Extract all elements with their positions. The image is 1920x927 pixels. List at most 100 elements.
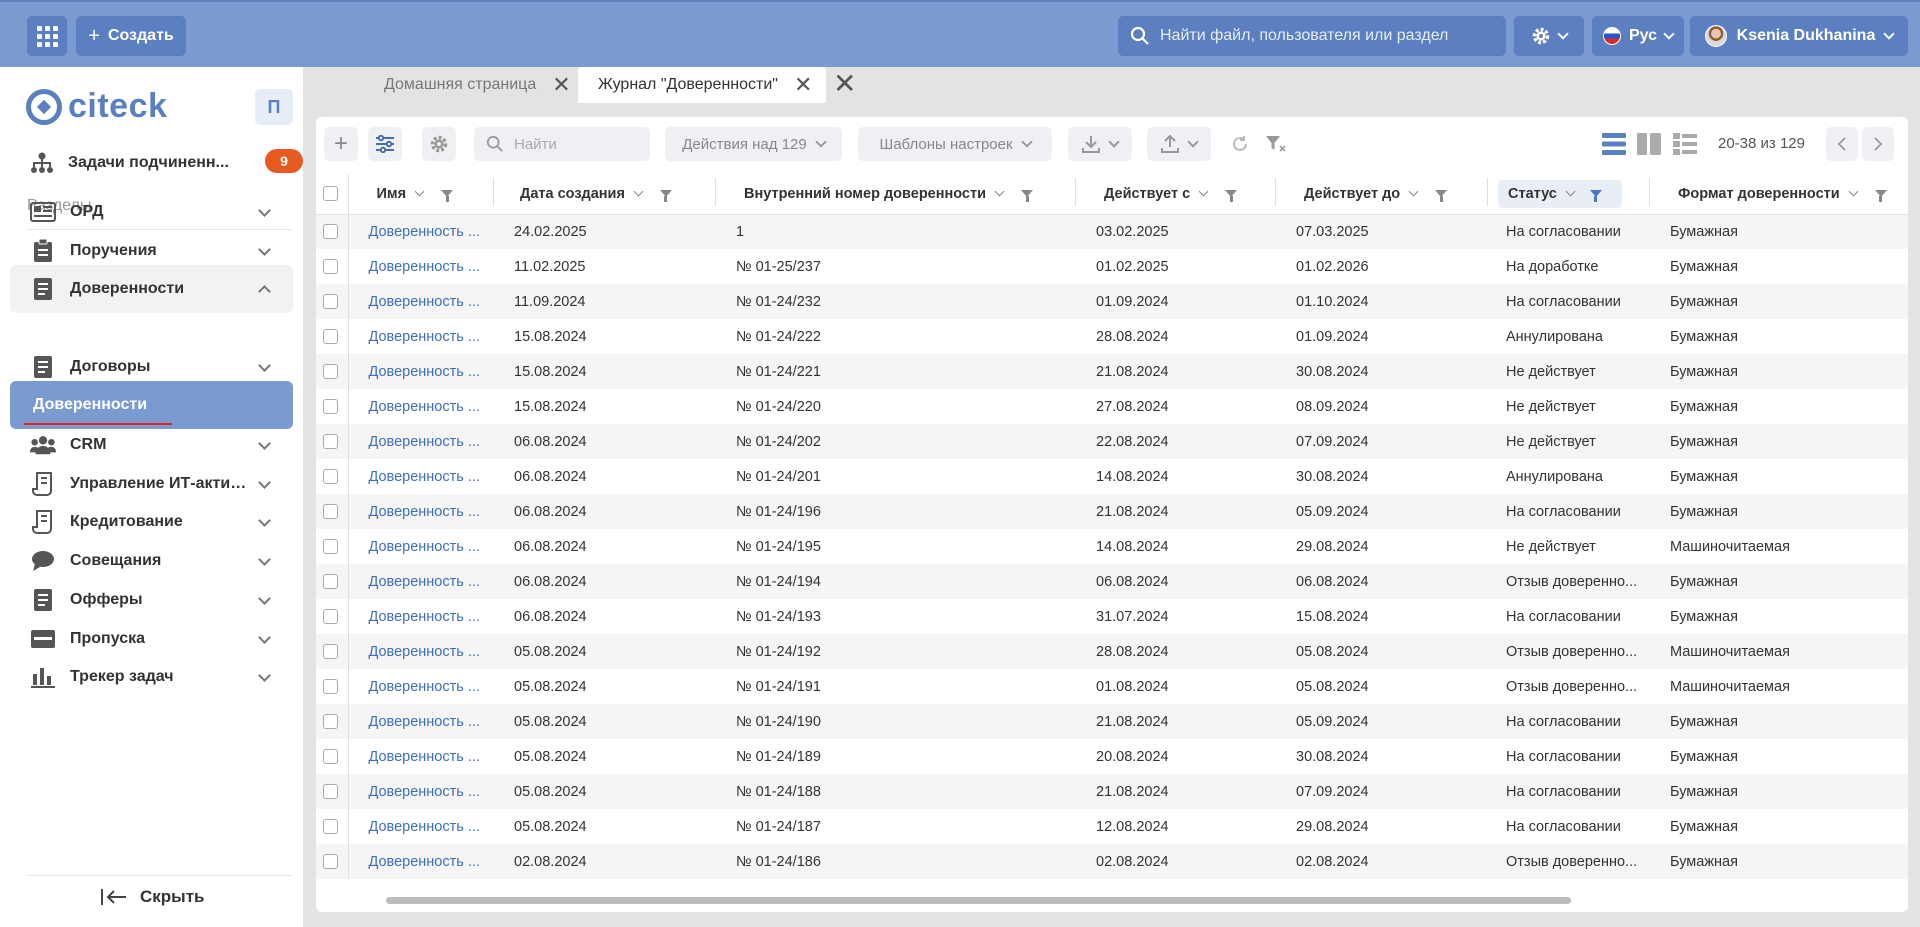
- horizontal-scrollbar[interactable]: [386, 897, 1571, 904]
- row-checkbox[interactable]: [323, 749, 338, 765]
- record-link[interactable]: Доверенность ...: [369, 679, 480, 695]
- global-search-input[interactable]: [1160, 27, 1500, 45]
- column-header-valid-to[interactable]: Действует до: [1276, 174, 1488, 215]
- table-row[interactable]: Доверенность ... 06.08.2024 № 01-24/194 06.…: [316, 564, 1908, 599]
- clear-filters-button[interactable]: [1261, 127, 1291, 161]
- tab-powers-journal[interactable]: Журнал "Доверенности" ✕: [578, 67, 827, 103]
- row-checkbox[interactable]: [323, 329, 338, 345]
- record-link[interactable]: Доверенность ...: [369, 294, 480, 310]
- row-checkbox[interactable]: [323, 294, 338, 310]
- column-header-created[interactable]: Дата создания: [494, 174, 716, 215]
- row-checkbox[interactable]: [323, 259, 338, 275]
- settings-button[interactable]: [1514, 16, 1584, 56]
- row-checkbox[interactable]: [323, 679, 338, 695]
- language-button[interactable]: Рус: [1592, 16, 1684, 56]
- add-record-button[interactable]: +: [324, 127, 358, 161]
- select-all-checkbox[interactable]: [323, 186, 338, 202]
- close-icon[interactable]: ✕: [552, 74, 570, 96]
- record-link[interactable]: Доверенность ...: [369, 364, 480, 380]
- export-dropdown[interactable]: [1068, 127, 1132, 161]
- record-link[interactable]: Доверенность ...: [369, 504, 480, 520]
- row-checkbox[interactable]: [323, 819, 338, 835]
- chevron-down-icon[interactable]: [258, 243, 271, 256]
- filter-active-icon[interactable]: [1589, 190, 1602, 203]
- filter-icon[interactable]: [1021, 190, 1033, 203]
- table-row[interactable]: Доверенность ... 24.02.2025 1 03.02.2025 07.…: [316, 214, 1908, 249]
- chevron-down-icon[interactable]: [258, 553, 271, 566]
- record-link[interactable]: Доверенность ...: [369, 819, 480, 835]
- journal-settings-button[interactable]: [422, 127, 456, 161]
- subordinate-tasks-item[interactable]: Задачи подчиненн... 9: [30, 147, 303, 179]
- table-row[interactable]: Доверенность ... 11.09.2024 № 01-24/232 01.…: [316, 284, 1908, 319]
- table-row[interactable]: Доверенность ... 05.08.2024 № 01-24/189 20.…: [316, 739, 1908, 774]
- table-row[interactable]: Доверенность ... 02.08.2024 № 01-24/186 02.…: [316, 844, 1908, 879]
- user-menu-button[interactable]: Ksenia Dukhanina: [1690, 16, 1908, 56]
- row-checkbox[interactable]: [323, 504, 338, 520]
- table-row[interactable]: Доверенность ... 06.08.2024 № 01-24/196 21.…: [316, 494, 1908, 529]
- chevron-down-icon[interactable]: [258, 359, 271, 372]
- chevron-down-icon[interactable]: [258, 669, 271, 682]
- record-link[interactable]: Доверенность ...: [369, 399, 480, 415]
- record-link[interactable]: Доверенность ...: [369, 539, 480, 555]
- tab-home[interactable]: Домашняя страница ✕: [364, 67, 585, 103]
- view-preview-button[interactable]: [1670, 127, 1700, 161]
- settings-filter-button[interactable]: [368, 127, 402, 161]
- chevron-down-icon[interactable]: [258, 514, 271, 527]
- journal-search-input[interactable]: [514, 135, 634, 153]
- row-checkbox[interactable]: [323, 574, 338, 590]
- filter-icon[interactable]: [441, 190, 454, 203]
- record-link[interactable]: Доверенность ...: [369, 259, 480, 275]
- filter-icon[interactable]: [1225, 190, 1238, 203]
- journal-search[interactable]: [474, 127, 650, 161]
- sidebar-subitem-powers-of-attorney[interactable]: Доверенности: [10, 381, 293, 429]
- apps-menu-button[interactable]: [27, 16, 67, 56]
- pin-sidebar-button[interactable]: П: [255, 89, 293, 125]
- table-row[interactable]: Доверенность ... 05.08.2024 № 01-24/188 21.…: [316, 774, 1908, 809]
- logo[interactable]: citeck: [26, 87, 167, 126]
- table-row[interactable]: Доверенность ... 15.08.2024 № 01-24/222 28.…: [316, 319, 1908, 354]
- record-link[interactable]: Доверенность ...: [369, 224, 480, 240]
- column-header-valid-from[interactable]: Действует с: [1076, 174, 1276, 215]
- refresh-button[interactable]: [1225, 127, 1255, 161]
- record-link[interactable]: Доверенность ...: [369, 714, 480, 730]
- chevron-up-icon[interactable]: [258, 285, 271, 298]
- column-header-status[interactable]: Статус: [1488, 174, 1650, 215]
- column-header-name[interactable]: Имя: [348, 174, 494, 215]
- table-row[interactable]: Доверенность ... 06.08.2024 № 01-24/193 31.…: [316, 599, 1908, 634]
- table-row[interactable]: Доверенность ... 05.08.2024 № 01-24/192 28.…: [316, 634, 1908, 669]
- record-link[interactable]: Доверенность ...: [369, 854, 480, 870]
- filter-icon[interactable]: [1874, 190, 1887, 203]
- column-header-format[interactable]: Формат доверенности: [1650, 174, 1908, 215]
- sidebar-item-12[interactable]: Трекер задач: [10, 653, 293, 701]
- view-table-button[interactable]: [1599, 127, 1629, 161]
- record-link[interactable]: Доверенность ...: [369, 609, 480, 625]
- table-row[interactable]: Доверенность ... 05.08.2024 № 01-24/191 01.…: [316, 669, 1908, 704]
- row-checkbox[interactable]: [323, 469, 338, 485]
- record-link[interactable]: Доверенность ...: [369, 434, 480, 450]
- row-checkbox[interactable]: [323, 714, 338, 730]
- column-header-number[interactable]: Внутренний номер доверенности: [716, 174, 1076, 215]
- chevron-down-icon[interactable]: [258, 476, 271, 489]
- record-link[interactable]: Доверенность ...: [369, 749, 480, 765]
- sidebar-item-3[interactable]: Доверенности: [10, 265, 293, 313]
- row-checkbox[interactable]: [323, 399, 338, 415]
- filter-icon[interactable]: [659, 190, 672, 203]
- row-checkbox[interactable]: [323, 539, 338, 555]
- table-row[interactable]: Доверенность ... 06.08.2024 № 01-24/201 14.…: [316, 459, 1908, 494]
- global-search[interactable]: [1118, 16, 1506, 56]
- chevron-down-icon[interactable]: [258, 437, 271, 450]
- row-checkbox[interactable]: [323, 224, 338, 240]
- chevron-down-icon[interactable]: [258, 204, 271, 217]
- table-row[interactable]: Доверенность ... 15.08.2024 № 01-24/221 21.…: [316, 354, 1908, 389]
- next-page-button[interactable]: [1862, 127, 1894, 161]
- prev-page-button[interactable]: [1826, 127, 1858, 161]
- bulk-actions-dropdown[interactable]: Действия над 129: [665, 127, 842, 161]
- table-row[interactable]: Доверенность ... 06.08.2024 № 01-24/195 14.…: [316, 529, 1908, 564]
- record-link[interactable]: Доверенность ...: [369, 469, 480, 485]
- filter-icon[interactable]: [1435, 190, 1448, 203]
- row-checkbox[interactable]: [323, 364, 338, 380]
- row-checkbox[interactable]: [323, 434, 338, 450]
- import-dropdown[interactable]: [1147, 127, 1211, 161]
- settings-templates-dropdown[interactable]: Шаблоны настроек: [858, 127, 1052, 161]
- row-checkbox[interactable]: [323, 854, 338, 870]
